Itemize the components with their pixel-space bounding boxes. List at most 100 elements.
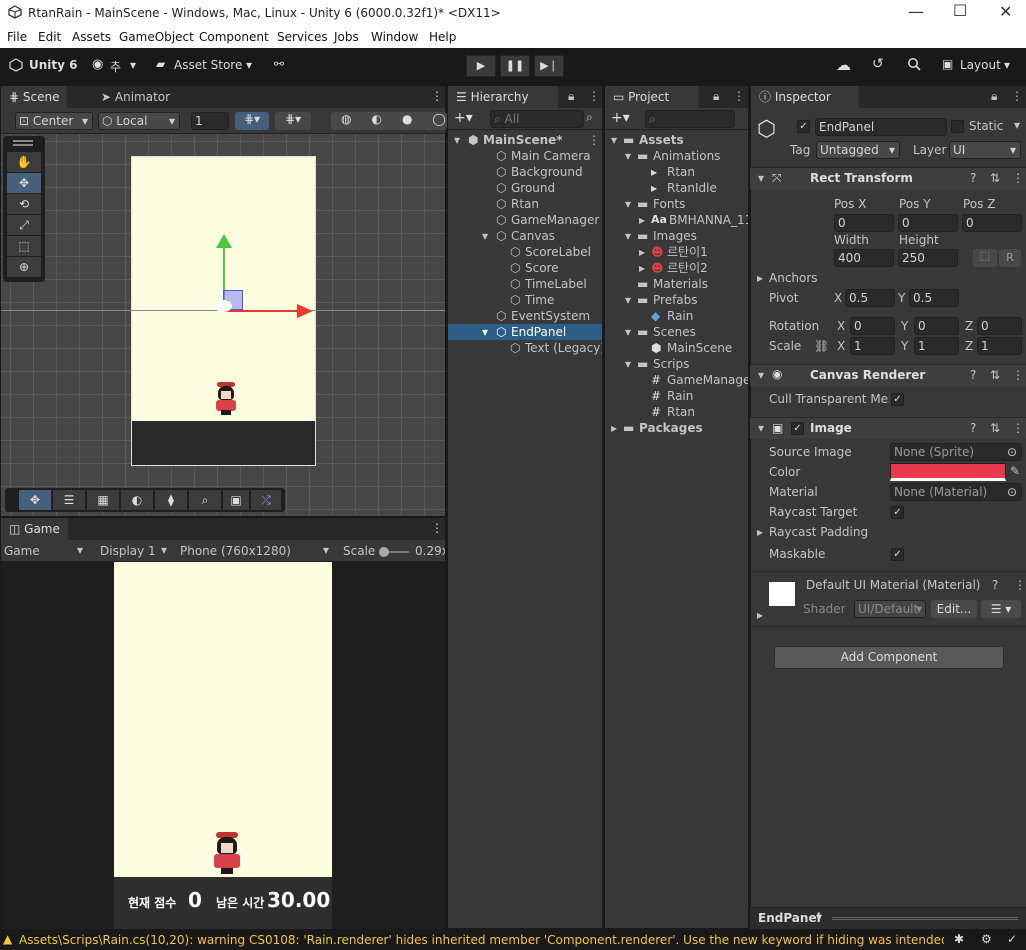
resolution-dropdown[interactable]: Phone (760x1280) — [180, 544, 291, 558]
shuffle-icon[interactable]: ⤭ — [251, 490, 281, 510]
add-icon[interactable]: +▾ — [611, 110, 630, 126]
lock-icon[interactable]: 🔒︎ — [991, 89, 997, 104]
project-item[interactable]: ▾ ▬ Animations — [605, 148, 748, 164]
pivot-dropdown[interactable]: ⊡ Center ▾ — [15, 112, 93, 130]
hierarchy-item[interactable]: ⬡ TimeLabel — [448, 276, 602, 292]
shader-dropdown[interactable]: UI/Default ▾ — [854, 600, 926, 618]
hierarchy-item[interactable]: ⬡ Ground — [448, 180, 602, 196]
menu-component[interactable]: Component — [199, 30, 269, 44]
scene-view[interactable]: ✋ ✥ ⟲ ⤢ ⬚ ⊕ ✥ ☰ ▦ ◐ ⧫ ⌕ ▣ ⤭ — [1, 134, 445, 516]
history-icon[interactable]: ↺ — [872, 56, 884, 72]
menu-help[interactable]: Help — [429, 30, 456, 44]
blueprint-mode-button[interactable]: ⬚ — [973, 249, 997, 267]
help-icon[interactable]: ? — [970, 421, 976, 435]
project-item[interactable]: ▸ RtanIdle — [605, 180, 748, 196]
image-enabled-checkbox[interactable]: ✓ — [791, 422, 804, 435]
more-menu-icon[interactable]: ⋮ — [733, 89, 745, 103]
project-item[interactable]: ▾ ▬ Images — [605, 228, 748, 244]
anchors-label[interactable]: Anchors — [769, 271, 818, 285]
move-tool-icon[interactable]: ✥ — [19, 490, 51, 510]
hierarchy-item[interactable]: ⬡ Time — [448, 292, 602, 308]
pivot-y-field[interactable]: 0.5 — [909, 289, 959, 307]
grid-size-input[interactable]: 1 — [191, 112, 229, 130]
version-control-icon[interactable]: ⚯ — [274, 57, 284, 71]
project-item[interactable]: # Rain — [605, 388, 748, 404]
more-menu-icon[interactable]: ⋮ — [431, 89, 443, 103]
chevron-down-icon[interactable]: ▾ — [625, 228, 631, 244]
search-icon[interactable] — [907, 57, 921, 74]
source-image-field[interactable]: None (Sprite) ⊙ — [890, 443, 1022, 461]
canvas-renderer-header[interactable]: ▾ ◉ Canvas Renderer ? ⇅ ⋮ — [750, 364, 1026, 386]
scale-x-field[interactable]: 1 — [850, 337, 895, 355]
space-dropdown[interactable]: ⬡ Local ▾ — [98, 112, 180, 130]
add-icon[interactable]: +▾ — [454, 110, 473, 126]
preview-object-label[interactable]: EndPanel — [758, 911, 821, 925]
tab-hierarchy[interactable]: ☰ Hierarchy — [448, 86, 558, 108]
sliders-icon[interactable]: ⇅ — [990, 421, 1000, 435]
chevron-right-icon[interactable]: ▸ — [611, 420, 617, 436]
scale-tool-icon[interactable]: ⤢ — [7, 215, 41, 235]
more-menu-icon[interactable]: ⋮ — [588, 132, 600, 148]
tab-project[interactable]: ▭ Project — [605, 86, 699, 108]
move-tool-icon[interactable]: ✥ — [7, 173, 41, 193]
rect-transform-header[interactable]: ▾ ⤧ Rect Transform ? ⇅ ⋮ — [750, 167, 1026, 189]
grid-snap-toggle[interactable]: ⋕▾ — [235, 112, 269, 130]
tab-inspector[interactable]: ⓘ Inspector — [751, 86, 859, 108]
display-dropdown[interactable]: Display 1 — [100, 544, 156, 558]
tab-game[interactable]: ◫ Game — [1, 518, 68, 540]
chevron-right-icon[interactable]: ▸ — [639, 212, 645, 228]
project-item[interactable]: ▸ AaBMHANNA_11yrs — [605, 212, 748, 228]
checkmark-icon[interactable]: ✓ — [1007, 932, 1017, 946]
menu-window[interactable]: Window — [371, 30, 418, 44]
more-menu-icon[interactable]: ⋮ — [1011, 89, 1023, 103]
rotation-y-field[interactable]: 0 — [914, 317, 959, 335]
pause-button[interactable]: ❚❚ — [500, 55, 530, 77]
chevron-right-icon[interactable]: ▸ — [757, 608, 763, 622]
rotation-z-field[interactable]: 0 — [977, 317, 1022, 335]
hierarchy-item[interactable]: ⬡ Score — [448, 260, 602, 276]
more-menu-icon[interactable]: ⋮ — [1012, 421, 1024, 435]
chevron-down-icon[interactable]: ▾ — [1014, 118, 1020, 132]
resize-handle[interactable] — [832, 917, 1018, 920]
align-icon[interactable]: ☰ — [53, 490, 85, 510]
material-field[interactable]: None (Material) ⊙ — [890, 483, 1022, 501]
link-icon[interactable]: ⛓ — [814, 339, 829, 353]
hierarchy-item[interactable]: ⬡ Background — [448, 164, 602, 180]
chevron-down-icon[interactable]: ▾ — [625, 196, 631, 212]
menu-assets[interactable]: Assets — [72, 30, 111, 44]
project-item[interactable]: ▸ Rtan — [605, 164, 748, 180]
hierarchy-item[interactable]: ⬡ EventSystem — [448, 308, 602, 324]
chevron-down-icon[interactable]: ▾ — [816, 910, 822, 924]
help-icon[interactable]: ? — [970, 368, 976, 382]
chevron-down-icon[interactable]: ▾ — [482, 324, 488, 340]
pos-y-field[interactable]: 0 — [898, 214, 958, 232]
layers-icon[interactable]: ⧫ — [155, 490, 187, 510]
menu-services[interactable]: Services — [277, 30, 328, 44]
project-item[interactable]: ▾ ▬ Scenes — [605, 324, 748, 340]
project-item[interactable]: ▸ ☻ 르탄이1 — [605, 244, 748, 260]
maskable-checkbox[interactable]: ✓ — [891, 548, 904, 561]
project-item[interactable]: ▸ ▬ Packages — [605, 420, 748, 436]
increment-snap-toggle[interactable]: ⋕▾ — [275, 112, 311, 130]
sliders-icon[interactable]: ⇅ — [990, 171, 1000, 185]
chevron-down-icon[interactable]: ▾ — [625, 356, 631, 372]
tag-dropdown[interactable]: Untagged ▾ — [816, 141, 900, 159]
chevron-down-icon[interactable]: ▾ — [625, 148, 631, 164]
maximize-icon[interactable]: ☐ — [953, 1, 967, 20]
network-icon[interactable]: ⚙ — [981, 932, 992, 946]
gizmo-x-axis[interactable] — [224, 310, 298, 312]
grid-icon[interactable]: ▦ — [87, 490, 119, 510]
chevron-down-icon[interactable]: ▾ — [625, 324, 631, 340]
sliders-icon[interactable]: ⇅ — [990, 368, 1000, 382]
hierarchy-item[interactable]: ⬡ Main Camera — [448, 148, 602, 164]
chevron-down-icon[interactable]: ▾ — [482, 228, 488, 244]
add-component-button[interactable]: Add Component — [774, 646, 1004, 669]
account-icon[interactable]: ◉ — [92, 57, 103, 72]
hierarchy-item[interactable]: ▾ ⬡ Canvas — [448, 228, 602, 244]
chevron-down-icon[interactable]: ▾ — [611, 132, 617, 148]
console-message[interactable]: Assets\Scrips\Rain.cs(10,20): warning CS… — [19, 933, 944, 947]
camera-icon[interactable]: ▣ — [223, 490, 249, 510]
chevron-right-icon[interactable]: ▸ — [757, 525, 763, 539]
play-button[interactable]: ▶ — [466, 55, 496, 77]
active-checkbox[interactable]: ✓ — [797, 120, 810, 133]
